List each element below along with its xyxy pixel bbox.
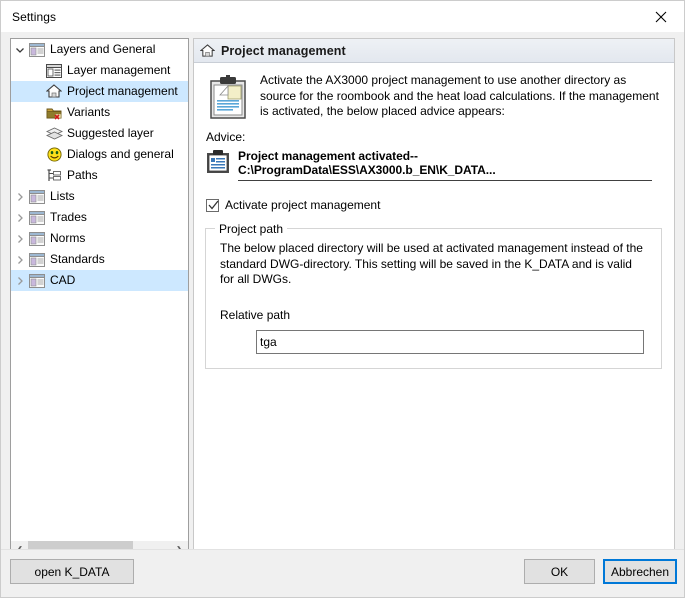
chevron-right-icon <box>17 255 23 264</box>
chevron-right-icon <box>17 192 23 201</box>
tree-item-label: Paths <box>67 168 98 182</box>
window-list-icon <box>28 230 46 247</box>
tree-item-lists[interactable]: Lists <box>11 186 188 207</box>
tree-expander[interactable] <box>11 207 28 228</box>
activate-project-management-row[interactable]: Activate project management <box>194 181 674 212</box>
activate-project-management-checkbox[interactable] <box>206 198 219 212</box>
house-icon <box>45 83 63 100</box>
tree-item-paths[interactable]: Paths <box>11 165 188 186</box>
detail-header: Project management <box>194 39 674 63</box>
tree-item-layer-management[interactable]: Layer management <box>11 60 188 81</box>
tree-expander-empty <box>28 144 45 165</box>
project-path-title: Project path <box>215 222 288 236</box>
tree-item-label: Suggested layer <box>67 126 154 140</box>
chevron-right-icon <box>17 276 23 285</box>
window-list-icon <box>28 251 46 268</box>
chevron-right-icon <box>17 213 23 222</box>
project-path-groupbox: Project path The below placed directory … <box>205 222 662 369</box>
tree-item-project-management[interactable]: Project management <box>11 81 188 102</box>
detail-panel: Project management Activate the AX3000 p… <box>193 38 675 583</box>
tree-expander-empty <box>28 60 45 81</box>
tree-expander[interactable] <box>11 249 28 270</box>
tree-item-label: Trades <box>50 210 87 224</box>
dialog-footer: open K_DATA OK Abbrechen <box>1 549 684 597</box>
tree-item-cad[interactable]: CAD <box>11 270 188 291</box>
tree-item-trades[interactable]: Trades <box>11 207 188 228</box>
advice-text: Project management activated--C:\Program… <box>238 149 652 181</box>
advice-text-wrap: Project management activated--C:\Program… <box>238 149 674 181</box>
tree-item-label: Standards <box>50 252 105 266</box>
advice-label: Advice: <box>206 130 246 144</box>
window-list-icon <box>28 209 46 226</box>
advice-section: Project management activated--C:\Program… <box>194 144 674 181</box>
activate-project-management-label: Activate project management <box>225 198 381 212</box>
detail-body: Activate the AX3000 project management t… <box>194 63 674 369</box>
tree-item-label: Layer management <box>67 63 171 77</box>
tree-expander-empty <box>28 123 45 144</box>
tree-item-label: Norms <box>50 231 86 245</box>
tree-item-norms[interactable]: Norms <box>11 228 188 249</box>
smiley-icon <box>45 146 63 163</box>
chevron-right-icon <box>17 234 23 243</box>
tree-expander-empty <box>28 165 45 186</box>
tree-item-standards[interactable]: Standards <box>11 249 188 270</box>
folder-delete-icon <box>45 104 63 121</box>
tree-expander[interactable] <box>11 228 28 249</box>
tree-item-label: Dialogs and general <box>67 147 174 161</box>
stack-layers-icon <box>45 125 63 142</box>
window-title: Settings <box>12 9 57 24</box>
page-title: Project management <box>221 43 346 58</box>
relative-path-label: Relative path <box>220 307 291 322</box>
window-list-icon <box>28 188 46 205</box>
ok-button[interactable]: OK <box>524 559 595 584</box>
window-titlebar: Settings <box>1 1 684 32</box>
chevron-down-icon <box>15 47 24 53</box>
settings-tree[interactable]: Layers and General Layer management Projec… <box>11 39 188 541</box>
tree-expander-empty <box>28 81 45 102</box>
tree-item-layers-and-general[interactable]: Layers and General <box>11 39 188 60</box>
intro-section: Activate the AX3000 project management t… <box>194 63 674 121</box>
layer-window-icon <box>45 62 63 79</box>
tree-expander-empty <box>28 102 45 123</box>
close-button[interactable] <box>638 1 684 32</box>
dialog-content: Layers and General Layer management Projec… <box>1 32 684 583</box>
relative-path-input-wrap <box>220 329 647 354</box>
tree-item-label: CAD <box>50 273 76 287</box>
clipboard-small-icon <box>205 149 231 175</box>
tree-expander[interactable] <box>11 186 28 207</box>
tree-expander[interactable] <box>11 270 28 291</box>
settings-tree-panel: Layers and General Layer management Projec… <box>10 38 189 560</box>
tree-item-label: Project management <box>67 84 178 98</box>
intro-description: Activate the AX3000 project management t… <box>260 73 659 118</box>
tree-item-suggested-layer[interactable]: Suggested layer <box>11 123 188 144</box>
window-list-icon <box>28 272 46 289</box>
window-list-icon <box>28 41 46 58</box>
cancel-button[interactable]: Abbrechen <box>603 559 677 584</box>
tree-item-label: Variants <box>67 105 111 119</box>
project-path-description: The below placed directory will be used … <box>220 241 643 286</box>
tree-item-dialogs-and-general[interactable]: Dialogs and general <box>11 144 188 165</box>
tree-item-label: Lists <box>50 189 75 203</box>
tree-item-label: Layers and General <box>50 42 156 56</box>
tree-item-variants[interactable]: Variants <box>11 102 188 123</box>
open-kdata-button[interactable]: open K_DATA <box>10 559 134 584</box>
tree-paths-icon <box>45 167 63 184</box>
tree-expander[interactable] <box>11 39 28 60</box>
house-icon <box>200 43 215 57</box>
checkmark-icon <box>208 200 219 210</box>
clipboard-icon <box>206 75 252 121</box>
settings-window: Settings Layers and General Layer managem… <box>0 0 685 598</box>
relative-path-input[interactable] <box>256 329 644 354</box>
close-icon <box>655 11 667 22</box>
